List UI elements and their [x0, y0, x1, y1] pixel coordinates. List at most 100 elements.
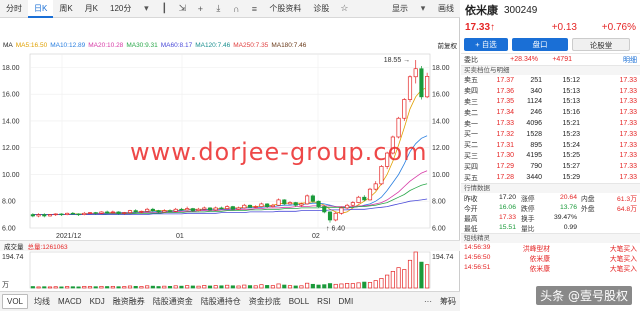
- y-tick-label-left: 14.00: [2, 118, 20, 125]
- order-book-lab: 卖一: [464, 120, 478, 128]
- sprite-row[interactable]: 14:56:50 依米康 大笔买入: [461, 253, 640, 263]
- indicator-tab[interactable]: 资金抄底: [245, 292, 285, 311]
- magnet-icon[interactable]: ∩: [227, 0, 245, 18]
- cross-icon[interactable]: +: [191, 0, 209, 18]
- ma20-value: MA20:10.28: [88, 41, 124, 49]
- candle-body: [293, 202, 298, 206]
- stock-profile-button[interactable]: 个股资料: [263, 0, 307, 18]
- sprite-t: 14:56:50: [464, 254, 491, 262]
- diagnose-button[interactable]: 诊股: [307, 0, 335, 18]
- chevron-down-icon[interactable]: ▾: [414, 0, 432, 18]
- y-tick-label-left: 10.00: [2, 172, 20, 179]
- star-icon[interactable]: ☆: [335, 0, 353, 18]
- ma60-value: MA60:8.17: [160, 41, 193, 49]
- order-book-tm: 15:21: [562, 120, 580, 128]
- download-icon[interactable]: ⤓: [209, 0, 227, 18]
- x-tick-label: 02: [312, 233, 320, 240]
- indicator-tab[interactable]: 均线: [30, 292, 54, 311]
- chevron-down-icon[interactable]: ▾: [137, 0, 155, 18]
- sprite-row[interactable]: 14:56:51 依米康 大笔买入: [461, 263, 640, 273]
- display-menu[interactable]: 显示: [386, 0, 414, 18]
- volume-bar: [230, 285, 235, 289]
- order-book-tm: 15:13: [562, 98, 580, 106]
- order-book-lab: 卖四: [464, 88, 478, 96]
- high-price-label: 18.55 →: [384, 57, 410, 64]
- order-book-tp: 17.33: [619, 87, 637, 95]
- low-price-label: ↑ 6.40: [326, 226, 345, 233]
- candle-body: [202, 207, 207, 210]
- volume-bar: [105, 286, 110, 289]
- volume-bar: [379, 278, 384, 289]
- stat-k2: 量比: [521, 225, 535, 233]
- sprite-e: 大笔买入: [609, 265, 637, 273]
- volume-bar: [202, 285, 207, 289]
- candle-style-icon[interactable]: ┃: [155, 0, 173, 18]
- chip-distribution-button[interactable]: 筹码: [436, 292, 460, 311]
- volume-chart[interactable]: 194.74 万 194.74: [0, 250, 460, 290]
- candle-body: [219, 207, 224, 210]
- sprite-row[interactable]: 14:56:39 洪峰型材 大笔买入: [461, 243, 640, 253]
- add-watchlist-button[interactable]: + 自选: [464, 38, 508, 51]
- adjust-mode[interactable]: 前复权: [438, 40, 458, 50]
- candle-body: [407, 76, 413, 100]
- volume-bar: [407, 259, 413, 289]
- tab-daily-k[interactable]: 日K: [28, 0, 54, 18]
- indicator-tab[interactable]: MACD: [54, 292, 86, 311]
- order-book-row: 卖一 17.33 4096 15:21 17.33: [461, 118, 640, 129]
- order-book-pr: 17.28: [496, 174, 514, 182]
- indicator-tab[interactable]: VOL: [2, 294, 29, 309]
- tab-intraday[interactable]: 分时: [0, 0, 28, 18]
- compare-icon[interactable]: ≡: [245, 0, 263, 18]
- stock-header: 依米康 300249: [461, 0, 640, 20]
- tab-weekly-k[interactable]: 周K: [53, 0, 78, 18]
- stat-k: 最低: [464, 225, 478, 233]
- indicator-tab[interactable]: KDJ: [86, 292, 109, 311]
- lungu-tab[interactable]: 论股堂: [572, 38, 630, 51]
- volume-bar: [162, 285, 167, 289]
- indicator-tab[interactable]: 融资融券: [109, 292, 149, 311]
- volume-bar: [116, 286, 121, 289]
- candle-body: [162, 210, 167, 213]
- order-book-row: 买三 17.30 4195 15:25 17.33: [461, 151, 640, 162]
- candle-body: [333, 212, 338, 221]
- candle-body: [396, 117, 401, 138]
- more-icon[interactable]: ···: [420, 292, 436, 311]
- detail-link[interactable]: 明细: [572, 55, 637, 65]
- tab-monthly-k[interactable]: 月K: [79, 0, 104, 18]
- volume-bar: [367, 282, 373, 289]
- indicator-tab[interactable]: 陆股通持仓: [197, 292, 245, 311]
- tab-120min[interactable]: 120分: [104, 0, 137, 18]
- y-tick-label-left: 18.00: [2, 65, 20, 72]
- draw-line-button[interactable]: 画线: [432, 0, 460, 18]
- candle-body: [350, 202, 355, 206]
- volume-bar: [196, 285, 201, 289]
- order-book-vo: 246: [530, 109, 542, 117]
- volume-bar: [293, 285, 298, 289]
- pankou-tab[interactable]: 盘口: [512, 38, 568, 51]
- y-tick-label-right: 14.00: [432, 118, 450, 125]
- indicator-tab[interactable]: 陆股通资金: [149, 292, 197, 311]
- volume-bar: [173, 285, 178, 289]
- volume-bar: [305, 282, 310, 289]
- order-book-tp: 17.33: [619, 76, 637, 84]
- sprite-t: 14:56:39: [464, 244, 491, 252]
- shrink-icon[interactable]: ⇲: [173, 0, 191, 18]
- candle-body: [282, 199, 287, 205]
- credit-watermark: 头条 @壹号股权: [536, 286, 632, 305]
- indicator-tab[interactable]: DMI: [335, 292, 358, 311]
- indicator-tab[interactable]: RSI: [313, 292, 334, 311]
- order-book-lab: 卖三: [464, 98, 478, 106]
- candle-body: [316, 200, 321, 207]
- volume-bar: [339, 283, 344, 289]
- candle-body: [127, 210, 133, 213]
- order-book-vo: 895: [530, 141, 542, 149]
- candle-body: [173, 208, 178, 212]
- volume-bar: [70, 286, 75, 289]
- order-book-lab: 卖五: [464, 77, 478, 85]
- order-book-pr: 17.32: [496, 130, 514, 138]
- order-book-row: 买四 17.29 790 15:27 17.33: [461, 161, 640, 172]
- volume-bar: [133, 285, 138, 289]
- ma180-value: MA180:7.46: [271, 41, 307, 49]
- volume-bar: [322, 284, 327, 289]
- indicator-tab[interactable]: BOLL: [285, 292, 313, 311]
